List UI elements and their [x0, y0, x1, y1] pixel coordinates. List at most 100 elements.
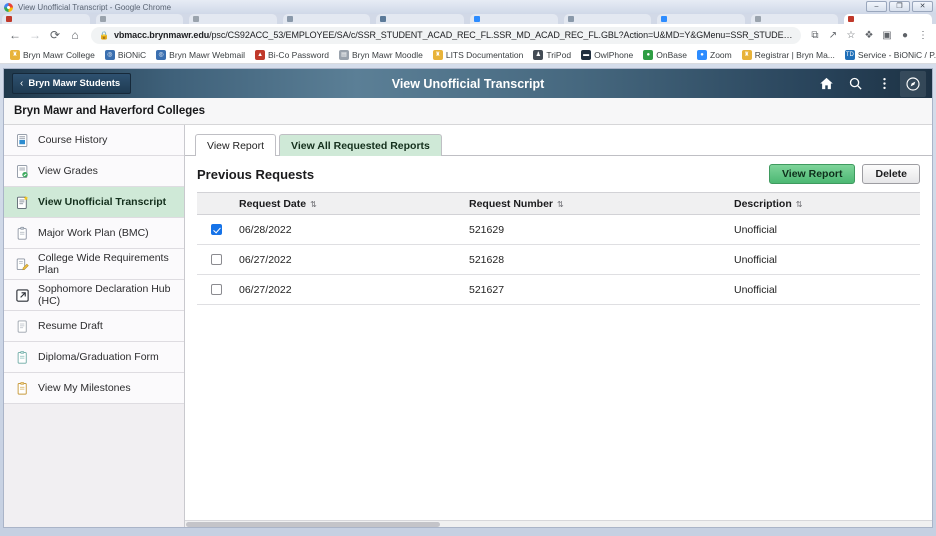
side-panel-icon[interactable]: ▣ — [880, 28, 894, 42]
row-select-cell[interactable] — [197, 214, 233, 245]
sidebar-nav: Course History View Grades View Unofficial… — [4, 125, 185, 527]
bookmark-item[interactable]: ♜ Bryn Mawr College — [6, 49, 99, 61]
tripod-icon: ♟ — [533, 49, 544, 60]
onbase-globe-icon: ● — [643, 49, 654, 60]
tab-favicon-icon — [193, 16, 200, 22]
bookmark-item[interactable]: ◎ BiONiC — [101, 49, 150, 61]
table-header-request-number[interactable]: Request Number ⇅ — [463, 192, 728, 215]
bookmark-item[interactable]: ◎ Bryn Mawr Webmail — [152, 49, 249, 61]
actions-kebab-icon[interactable] — [871, 71, 897, 97]
bookmark-item[interactable]: ● OnBase — [639, 49, 691, 61]
forward-icon[interactable]: → — [26, 26, 44, 44]
horizontal-scrollbar[interactable] — [185, 520, 932, 527]
bookmark-item[interactable]: ♟ TriPod — [529, 49, 575, 61]
back-icon[interactable]: ← — [6, 26, 24, 44]
sidebar-item-view-unofficial-transcript[interactable]: View Unofficial Transcript — [4, 187, 184, 218]
bryn-mawr-lamp-icon: ♜ — [432, 49, 443, 60]
cell-description: Unofficial — [728, 214, 920, 245]
main-tabs: View Report View All Requested Reports — [185, 125, 932, 156]
home-icon[interactable] — [813, 71, 839, 97]
table-header-request-date[interactable]: Request Date ⇅ — [233, 192, 463, 215]
tab-view-report[interactable]: View Report — [195, 134, 277, 156]
table-header-description[interactable]: Description ⇅ — [728, 192, 920, 215]
cell-request-number: 521627 — [463, 274, 728, 305]
browser-tab[interactable] — [750, 14, 839, 24]
home-icon[interactable]: ⌂ — [66, 26, 84, 44]
reload-icon[interactable]: ⟳ — [46, 26, 64, 44]
browser-tab[interactable] — [470, 14, 558, 24]
sidebar-item-major-work-plan-bmc[interactable]: Major Work Plan (BMC) — [4, 218, 184, 249]
chrome-menu-icon[interactable]: ⋮ — [916, 28, 930, 42]
previous-requests-table: Request Date ⇅ Request Number ⇅ Description ⇅… — [197, 192, 920, 305]
header-actions — [813, 70, 932, 97]
row-checkbox[interactable] — [211, 224, 222, 236]
maximize-button[interactable]: ❐ — [889, 1, 910, 12]
share-icon[interactable]: ↗ — [826, 28, 840, 42]
service-icon: TD — [844, 49, 855, 60]
address-bar-url: vbmacc.brynmawr.edu/psc/CS92ACC_53/EMPLO… — [113, 30, 793, 40]
clipboard-icon — [15, 226, 30, 241]
bookmark-label: Service - BiONiC / P... — [857, 49, 936, 60]
install-app-icon[interactable]: ⧉ — [808, 28, 822, 42]
sidebar-item-college-wide-requirements-plan[interactable]: College Wide Requirements Plan — [4, 249, 184, 280]
address-bar[interactable]: 🔒 vbmacc.brynmawr.edu/psc/CS92ACC_53/EMP… — [91, 26, 801, 44]
bookmark-item[interactable]: ● Zoom — [693, 49, 736, 61]
row-select-cell[interactable] — [197, 274, 233, 305]
minimize-button[interactable]: – — [866, 1, 887, 12]
sidebar-item-resume-draft[interactable]: Resume Draft — [4, 311, 184, 342]
bookmark-item[interactable]: ♜ Registrar | Bryn Ma... — [738, 49, 839, 61]
cell-request-number: 521629 — [463, 214, 728, 245]
bookmark-item[interactable]: ▤ Bryn Mawr Moodle — [335, 49, 427, 61]
table-row[interactable]: 06/27/2022 521628 Unofficial — [197, 244, 920, 275]
course-history-icon — [15, 133, 30, 148]
bookmark-label: OnBase — [656, 49, 687, 60]
browser-tab[interactable] — [376, 14, 464, 24]
browser-tab[interactable] — [563, 14, 652, 24]
browser-tab[interactable] — [657, 14, 745, 24]
bookmark-item[interactable]: ▲ Bi-Co Password — [251, 49, 333, 61]
browser-tab[interactable] — [95, 14, 184, 24]
sort-arrows-icon[interactable]: ⇅ — [310, 200, 317, 209]
row-checkbox[interactable] — [211, 254, 222, 266]
tab-view-all-requested-reports[interactable]: View All Requested Reports — [279, 134, 442, 156]
sidebar-item-sophomore-declaration-hub-hc[interactable]: Sophomore Declaration Hub (HC) — [4, 280, 184, 311]
bookmark-item[interactable]: ▬ OwlPhone — [577, 49, 637, 61]
sidebar-item-view-grades[interactable]: View Grades — [4, 156, 184, 187]
sub-title: Bryn Mawr and Haverford Colleges — [4, 98, 932, 125]
row-select-cell[interactable] — [197, 244, 233, 275]
bookmark-label: TriPod — [546, 49, 572, 60]
bookmark-star-icon[interactable]: ☆ — [844, 28, 858, 42]
profile-avatar-icon[interactable]: ● — [898, 28, 912, 42]
browser-tab[interactable] — [2, 14, 90, 24]
globe-icon: ◎ — [104, 49, 115, 60]
section-title: Previous Requests — [197, 166, 315, 182]
search-icon[interactable] — [842, 71, 868, 97]
navigator-compass-icon[interactable] — [900, 70, 926, 97]
sidebar-item-course-history[interactable]: Course History — [4, 125, 184, 156]
close-button[interactable]: ✕ — [912, 1, 933, 12]
table-row[interactable]: 06/28/2022 521629 Unofficial — [197, 214, 920, 245]
cell-request-date: 06/28/2022 — [233, 214, 463, 245]
sort-arrows-icon[interactable]: ⇅ — [796, 200, 803, 209]
tab-favicon-icon — [661, 16, 668, 22]
bookmark-label: BiONiC — [117, 49, 147, 60]
extensions-puzzle-icon[interactable]: ❖ — [862, 28, 876, 42]
row-checkbox[interactable] — [211, 284, 222, 296]
sort-arrows-icon[interactable]: ⇅ — [557, 200, 564, 209]
back-to-bryn-mawr-students-button[interactable]: ‹ Bryn Mawr Students — [12, 73, 132, 94]
lock-icon: 🔒 — [99, 30, 109, 40]
bookmark-item[interactable]: TD Service - BiONiC / P... — [841, 49, 936, 61]
cell-description: Unofficial — [728, 244, 920, 275]
browser-tab[interactable] — [282, 14, 371, 24]
bookmark-item[interactable]: ♜ LITS Documentation — [429, 49, 527, 61]
scrollbar-thumb[interactable] — [186, 522, 440, 527]
sidebar-item-view-my-milestones[interactable]: View My Milestones — [4, 373, 184, 404]
main-panel: View Report View All Requested Reports Pr… — [185, 125, 932, 527]
sidebar-item-diploma-graduation-form[interactable]: Diploma/Graduation Form — [4, 342, 184, 373]
view-report-button[interactable]: View Report — [768, 164, 856, 184]
browser-tab[interactable] — [189, 14, 277, 24]
delete-button[interactable]: Delete — [862, 164, 920, 184]
table-row[interactable]: 06/27/2022 521627 Unofficial — [197, 274, 920, 305]
browser-tab[interactable] — [844, 14, 932, 24]
browser-tab-strip[interactable] — [0, 14, 936, 24]
